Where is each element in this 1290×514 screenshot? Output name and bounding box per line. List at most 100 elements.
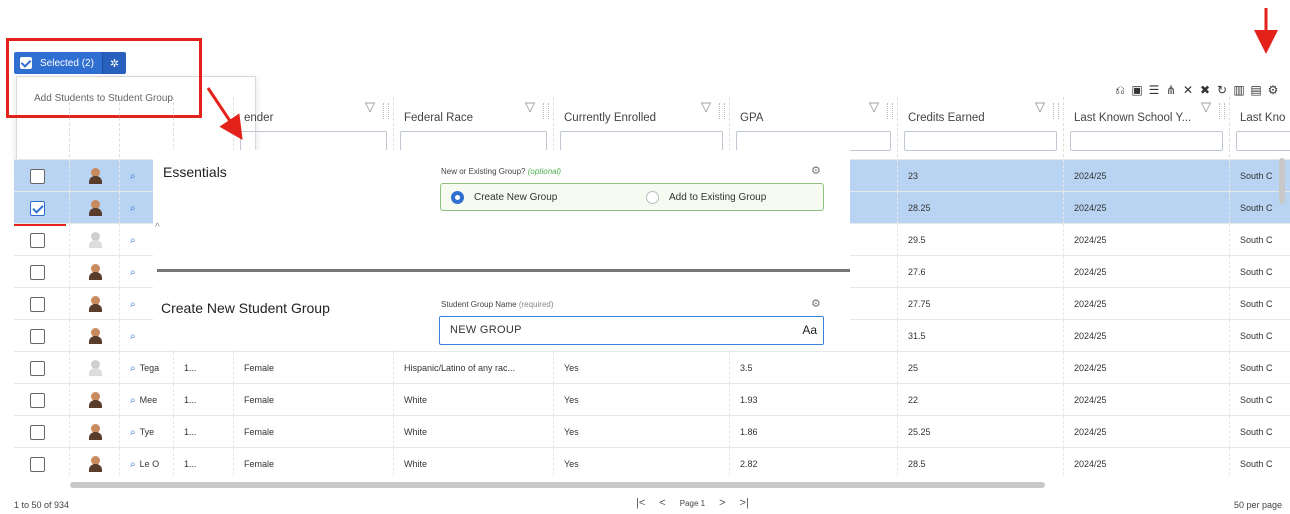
row-checkbox[interactable] bbox=[30, 328, 45, 344]
avatar-cell bbox=[70, 256, 120, 288]
row-checkbox[interactable] bbox=[30, 360, 45, 376]
row-checkbox-cell bbox=[14, 352, 70, 384]
credits-cell: 28.5 bbox=[898, 448, 1064, 477]
credits-cell: 28.25 bbox=[898, 192, 1064, 224]
header-check bbox=[14, 97, 70, 157]
radio-add-existing-group[interactable]: Add to Existing Group bbox=[646, 191, 766, 204]
row-checkbox[interactable] bbox=[30, 296, 45, 312]
search-icon[interactable]: ⌕ bbox=[130, 203, 136, 214]
filter-icon[interactable]: ▽ bbox=[365, 99, 375, 115]
export-icon[interactable]: ▤ bbox=[1249, 83, 1263, 98]
group-choice-text: New or Existing Group? bbox=[441, 167, 526, 176]
search-icon[interactable]: ⌕ bbox=[130, 331, 136, 342]
page-indicator: Page 1 bbox=[679, 498, 706, 508]
last-page-icon[interactable]: >| bbox=[740, 497, 749, 509]
student-name[interactable]: Tye bbox=[140, 427, 155, 437]
chevron-up-icon[interactable]: ^ bbox=[155, 222, 160, 233]
school-filter-input[interactable] bbox=[1236, 131, 1290, 151]
search-icon[interactable]: ⌕ bbox=[130, 171, 136, 182]
table-row[interactable]: ⌕ Mee 1... Female White Yes 1.93 22 2024/25 South… bbox=[14, 383, 1290, 416]
column-grip-icon[interactable] bbox=[719, 103, 725, 119]
year-cell: 2024/25 bbox=[1064, 224, 1230, 256]
filter-icon[interactable]: ▽ bbox=[1035, 99, 1045, 115]
section-divider bbox=[157, 269, 850, 272]
search-icon[interactable]: ⌕ bbox=[130, 427, 136, 438]
share-icon[interactable]: ⋔ bbox=[1164, 83, 1178, 98]
column-label: Last Known School Y... bbox=[1074, 112, 1192, 124]
search-icon[interactable]: ⌕ bbox=[130, 267, 136, 278]
next-page-icon[interactable]: > bbox=[719, 497, 725, 509]
table-row[interactable]: ⌕ Tye 1... Female White Yes 1.86 25.25 2024/25 So… bbox=[14, 415, 1290, 448]
group-name-input[interactable]: NEW GROUP Aa bbox=[439, 316, 824, 345]
filter-icon[interactable]: ▽ bbox=[869, 99, 879, 115]
credits-filter-input[interactable] bbox=[904, 131, 1057, 151]
row-checkbox[interactable] bbox=[30, 392, 45, 408]
race-cell: White bbox=[394, 416, 554, 448]
row-checkbox[interactable] bbox=[30, 424, 45, 440]
id-cell: 1... bbox=[174, 384, 234, 416]
gender-filter-input[interactable] bbox=[240, 131, 387, 151]
search-icon[interactable]: ⌕ bbox=[130, 459, 136, 470]
column-grip-icon[interactable] bbox=[383, 103, 389, 119]
columns-icon[interactable]: ▥ bbox=[1232, 83, 1246, 98]
student-name[interactable]: Le O bbox=[140, 459, 160, 469]
horizontal-scrollbar[interactable] bbox=[70, 482, 1045, 488]
student-name[interactable]: Mee bbox=[140, 395, 158, 405]
row-checkbox-cell bbox=[14, 160, 70, 192]
filter-icon[interactable]: ▽ bbox=[1201, 99, 1211, 115]
search-icon[interactable]: ⌕ bbox=[130, 299, 136, 310]
prev-page-icon[interactable]: < bbox=[659, 497, 665, 509]
table-row[interactable]: ⌕ Le O 1... Female White Yes 2.82 28.5 2024/25 So… bbox=[14, 447, 1290, 477]
save-icon[interactable]: ▣ bbox=[1130, 83, 1144, 98]
row-checkbox[interactable] bbox=[30, 232, 45, 248]
collapse-icon[interactable]: ✖ bbox=[1198, 83, 1212, 98]
credits-cell: 29.5 bbox=[898, 224, 1064, 256]
row-checkbox[interactable] bbox=[30, 200, 45, 216]
grid-header: ender ▽ Federal Race ▽ Currently Enrolle… bbox=[14, 97, 1290, 157]
avatar bbox=[89, 168, 102, 184]
search-icon[interactable]: ⌕ bbox=[130, 363, 136, 374]
header-gender[interactable]: ender ▽ bbox=[234, 97, 394, 157]
year-cell: 2024/25 bbox=[1064, 192, 1230, 224]
search-icon[interactable]: ⌕ bbox=[130, 235, 136, 246]
race-cell: Hispanic/Latino of any rac... bbox=[394, 352, 554, 384]
filter-icon[interactable]: ▽ bbox=[525, 99, 535, 115]
settings-icon[interactable]: ⚙ bbox=[1266, 83, 1280, 98]
filter-list-icon[interactable]: ☰ bbox=[1147, 83, 1161, 98]
search-icon[interactable]: ⌕ bbox=[130, 395, 136, 406]
race-filter-input[interactable] bbox=[400, 131, 547, 151]
header-year[interactable]: Last Known School Y... ▽ bbox=[1064, 97, 1230, 157]
header-school[interactable]: Last Kno bbox=[1230, 97, 1290, 157]
filter-reset-icon[interactable]: ⎌ bbox=[1113, 83, 1127, 98]
year-filter-input[interactable] bbox=[1070, 131, 1223, 151]
enrolled-filter-input[interactable] bbox=[560, 131, 723, 151]
column-grip-icon[interactable] bbox=[1053, 103, 1059, 119]
grid-toolbar: ⎌ ▣ ☰ ⋔ ✕ ✖ ↻ ▥ ▤ ⚙ bbox=[1113, 83, 1280, 98]
column-grip-icon[interactable] bbox=[1219, 103, 1225, 119]
row-checkbox[interactable] bbox=[30, 456, 45, 472]
filter-icon[interactable]: ▽ bbox=[701, 99, 711, 115]
credits-cell: 25 bbox=[898, 352, 1064, 384]
expand-icon[interactable]: ✕ bbox=[1181, 83, 1195, 98]
first-page-icon[interactable]: |< bbox=[636, 497, 645, 509]
school-cell: South C bbox=[1230, 448, 1290, 477]
row-checkbox[interactable] bbox=[30, 168, 45, 184]
gear-icon[interactable]: ⚙ bbox=[811, 164, 821, 177]
gear-icon[interactable]: ⚙ bbox=[811, 297, 821, 310]
header-race[interactable]: Federal Race ▽ bbox=[394, 97, 554, 157]
gpa-filter-input[interactable] bbox=[736, 131, 891, 151]
header-gpa[interactable]: GPA ▽ bbox=[730, 97, 898, 157]
radio-create-new-group[interactable]: Create New Group bbox=[451, 191, 557, 204]
student-name[interactable]: Tega bbox=[140, 363, 160, 373]
per-page-select[interactable]: 50 per page bbox=[1234, 500, 1282, 510]
avatar bbox=[89, 200, 102, 216]
table-row[interactable]: ⌕ Tega 1... Female Hispanic/Latino of any ra… bbox=[14, 351, 1290, 384]
column-grip-icon[interactable] bbox=[887, 103, 893, 119]
row-checkbox[interactable] bbox=[30, 264, 45, 280]
credits-cell: 31.5 bbox=[898, 320, 1064, 352]
header-enrolled[interactable]: Currently Enrolled ▽ bbox=[554, 97, 730, 157]
refresh-icon[interactable]: ↻ bbox=[1215, 83, 1229, 98]
vertical-scrollbar[interactable] bbox=[1279, 158, 1285, 204]
column-grip-icon[interactable] bbox=[543, 103, 549, 119]
header-credits[interactable]: Credits Earned ▽ bbox=[898, 97, 1064, 157]
